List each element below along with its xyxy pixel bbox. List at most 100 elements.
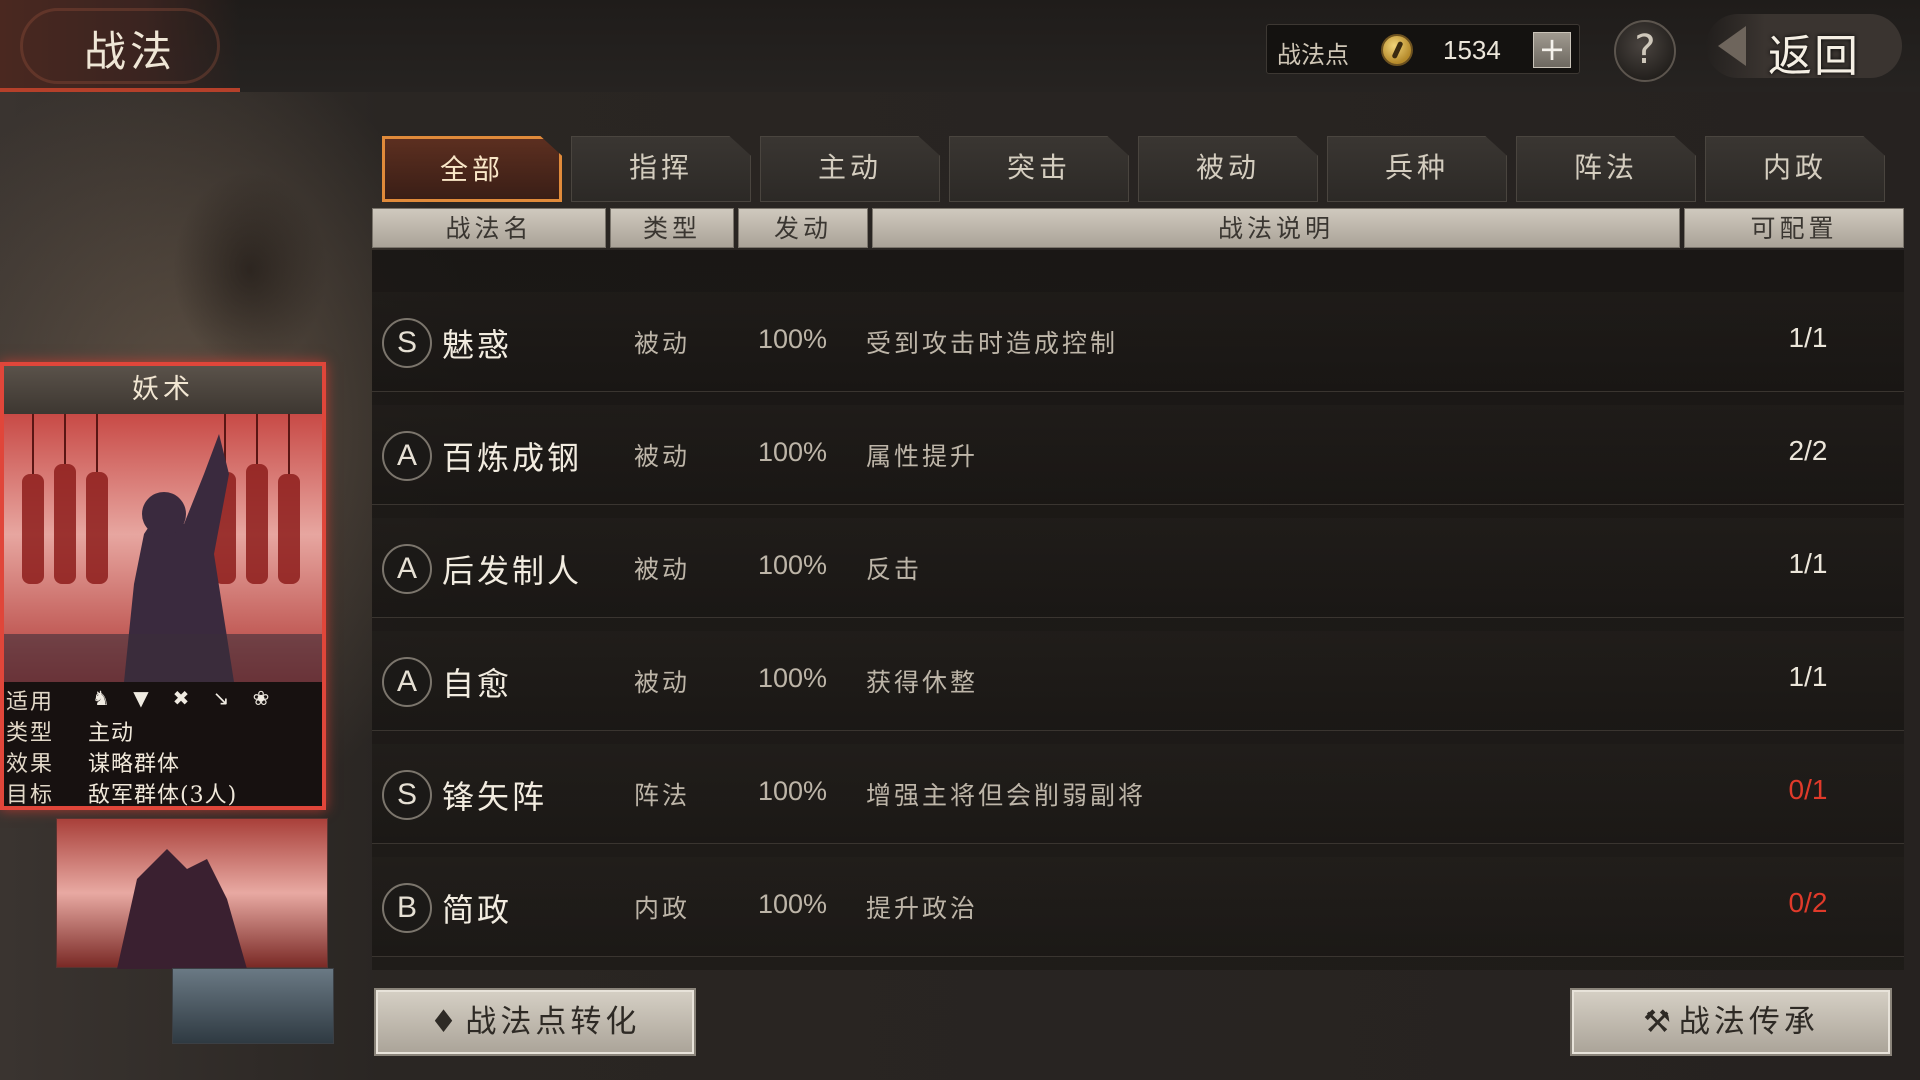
tab-assault[interactable]: 突击 (949, 136, 1129, 202)
grade-badge: S (382, 770, 432, 820)
convert-skill-points-button[interactable]: ♦ 战法点转化 (374, 988, 696, 1056)
flame-icon: ♦ (429, 1004, 462, 1040)
table-row[interactable]: A 自愈 被动 100% 获得休整 1/1 (372, 631, 1904, 731)
skill-name: 后发制人 (442, 552, 583, 590)
table-row[interactable]: A 后发制人 被动 100% 反击 1/1 (372, 518, 1904, 618)
grade-badge: S (382, 318, 432, 368)
skill-points-label: 战法点 (1277, 41, 1349, 69)
skill-type: 被动 (634, 442, 691, 471)
table-row[interactable]: A 百炼成钢 被动 100% 属性提升 2/2 (372, 405, 1904, 505)
table-row[interactable]: S 锋矢阵 阵法 100% 增强主将但会削弱副将 0/1 (372, 744, 1904, 844)
skill-trigger-rate: 100% (758, 663, 828, 693)
skill-configurable-count: 1/1 (1788, 548, 1828, 579)
back-button[interactable]: 返回 (1706, 14, 1902, 82)
back-arrow-icon (1718, 26, 1746, 66)
card-applicable-row: 适用 ♞ ▼ ✖ ↘ ❀ (4, 682, 322, 715)
type-value: 主动 (88, 721, 135, 746)
skill-trigger-rate: 100% (758, 437, 828, 467)
bow-icon: ✖ (172, 686, 190, 710)
card-preview-art (117, 849, 247, 969)
tab-passive[interactable]: 被动 (1138, 136, 1318, 202)
column-header-configurable[interactable]: 可配置 (1684, 208, 1904, 248)
table-row[interactable]: S 魅惑 被动 100% 受到攻击时造成控制 1/1 (372, 292, 1904, 392)
target-value: 敌军群体(3人) (88, 783, 238, 808)
skill-name: 自愈 (442, 665, 513, 703)
tab-troop-type[interactable]: 兵种 (1327, 136, 1507, 202)
skill-trigger-rate: 100% (758, 550, 828, 580)
skill-name: 百炼成钢 (442, 439, 583, 477)
type-label: 类型 (6, 721, 55, 746)
skill-trigger-rate: 100% (758, 324, 828, 354)
skill-description: 反击 (866, 555, 923, 584)
card-illustration (4, 414, 322, 682)
skill-configurable-count: 0/1 (1788, 774, 1828, 805)
skill-description: 受到攻击时造成控制 (866, 329, 1119, 358)
skill-type: 阵法 (634, 781, 691, 810)
effect-value: 谋略群体 (88, 752, 181, 777)
skill-name: 魅惑 (442, 326, 513, 364)
grade-badge: A (382, 657, 432, 707)
skill-type: 内政 (634, 894, 691, 923)
selected-skill-card[interactable]: 妖术 适用 ♞ ▼ ✖ ↘ ❀ 类型 主动 效果 谋略群体 目标 敌军群体(3人… (0, 362, 326, 810)
skill-card-preview[interactable] (56, 818, 328, 969)
table-row[interactable]: B 简政 内政 100% 提升政治 0/2 (372, 857, 1904, 957)
effect-label: 效果 (6, 752, 55, 777)
column-header-description[interactable]: 战法说明 (872, 208, 1680, 248)
shield-icon: ▼ (133, 686, 149, 710)
skill-description: 提升政治 (866, 894, 979, 923)
skill-trigger-rate: 100% (758, 889, 828, 919)
cavalry-icon: ♞ (92, 686, 110, 710)
target-label: 目标 (6, 783, 55, 808)
tab-active[interactable]: 主动 (760, 136, 940, 202)
skill-card-preview[interactable] (172, 968, 334, 1044)
skill-point-coin-icon (1381, 34, 1413, 66)
hammer-icon: ⚒ (1643, 1004, 1675, 1040)
grade-badge: B (382, 883, 432, 933)
convert-skill-points-label: 战法点转化 (465, 1004, 641, 1040)
back-label: 返回 (1768, 31, 1860, 82)
skill-trigger-rate: 100% (758, 776, 828, 806)
skill-points-panel: 战法点 1534 + (1266, 24, 1580, 74)
card-type-row: 类型 主动 (4, 713, 322, 746)
grade-badge: A (382, 544, 432, 594)
applicable-label: 适用 (6, 690, 55, 715)
skill-description: 获得休整 (866, 668, 979, 697)
card-title: 妖术 (4, 366, 322, 414)
skill-configurable-count: 1/1 (1788, 322, 1828, 353)
skill-type: 被动 (634, 668, 691, 697)
skill-description: 增强主将但会削弱副将 (866, 781, 1147, 810)
page-title: 战法 (84, 27, 177, 76)
skill-configurable-count: 1/1 (1788, 661, 1828, 692)
title-plate: 战法 (0, 0, 240, 92)
add-skill-points-button[interactable]: + (1533, 32, 1571, 68)
help-button[interactable]: ? (1614, 20, 1676, 82)
inherit-skill-button[interactable]: ⚒ 战法传承 (1570, 988, 1892, 1056)
skill-description: 属性提升 (866, 442, 979, 471)
card-attributes: 适用 ♞ ▼ ✖ ↘ ❀ 类型 主动 效果 谋略群体 目标 敌军群体(3人) (4, 682, 322, 808)
tab-formation[interactable]: 阵法 (1516, 136, 1696, 202)
skill-list[interactable]: S 魅惑 被动 100% 受到攻击时造成控制 1/1 A 百炼成钢 被动 100… (372, 250, 1904, 970)
skill-configurable-count: 2/2 (1788, 435, 1828, 466)
sorcery-illustration (4, 414, 322, 682)
spear-icon: ↘ (212, 686, 230, 710)
siege-icon: ❀ (252, 686, 270, 710)
tab-all[interactable]: 全部 (382, 136, 562, 202)
skill-type: 被动 (634, 555, 691, 584)
column-header-trigger[interactable]: 发动 (738, 208, 868, 248)
column-header-name[interactable]: 战法名 (372, 208, 606, 248)
skill-name: 简政 (442, 891, 513, 929)
skill-type: 被动 (634, 329, 691, 358)
card-effect-row: 效果 谋略群体 (4, 744, 322, 777)
card-target-row: 目标 敌军群体(3人) (4, 775, 322, 808)
column-header-type[interactable]: 类型 (610, 208, 734, 248)
tab-command[interactable]: 指挥 (571, 136, 751, 202)
skill-name: 锋矢阵 (442, 778, 548, 816)
grade-badge: A (382, 431, 432, 481)
category-tabs: 全部 指挥 主动 突击 被动 兵种 阵法 内政 (382, 136, 1885, 202)
tab-domestic[interactable]: 内政 (1705, 136, 1885, 202)
table-header: 战法名 类型 发动 战法说明 可配置 (372, 208, 1904, 248)
inherit-skill-label: 战法传承 (1678, 1004, 1819, 1040)
top-bar: 战法 战法点 1534 + ? 返回 (0, 0, 1920, 92)
skill-points-value: 1534 (1443, 35, 1501, 65)
skill-configurable-count: 0/2 (1788, 887, 1828, 918)
